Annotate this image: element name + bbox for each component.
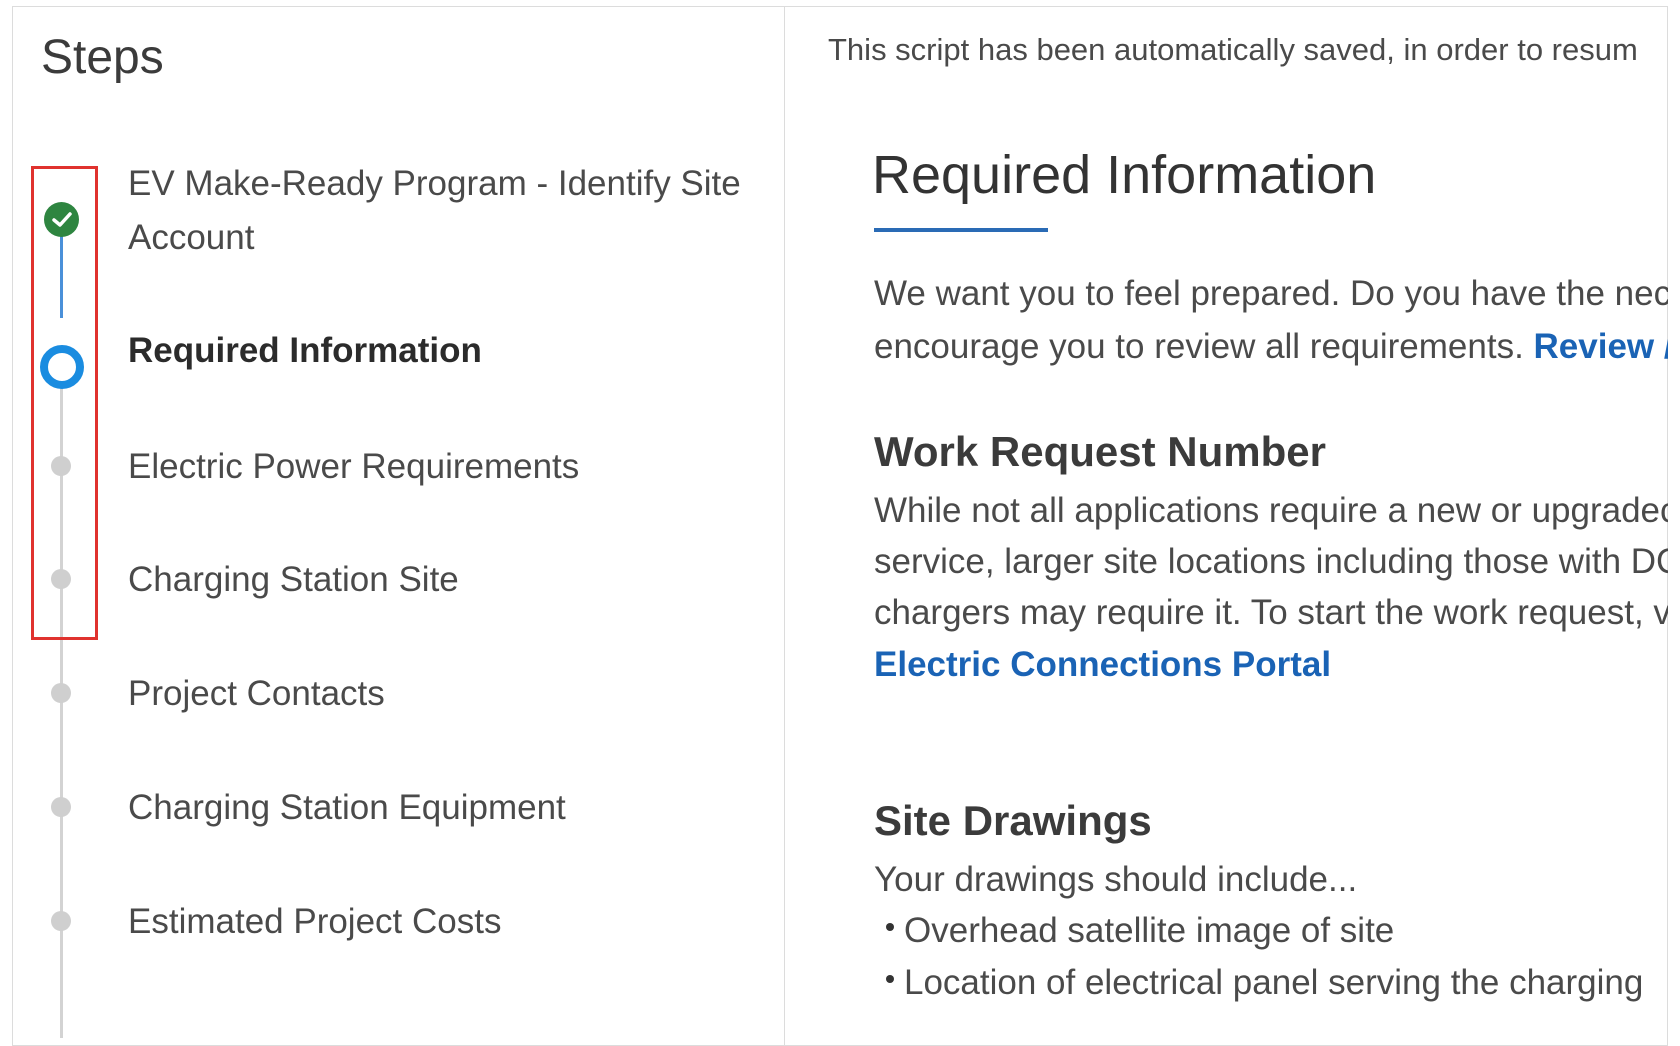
work-request-text: service, larger site locations including…	[874, 542, 1668, 581]
site-drawings-heading: Site Drawings	[874, 797, 1152, 844]
main-content: This script has been automatically saved…	[786, 6, 1668, 1035]
step-item-identify-site-account[interactable]: EV Make-Ready Program - Identify Site Ac…	[128, 157, 768, 265]
intro-line: We want you to feel prepared. Do you hav…	[874, 274, 1668, 313]
steps-title: Steps	[41, 31, 164, 84]
autosave-notice: This script has been automatically saved…	[828, 32, 1638, 67]
list-item: Location of electrical panel serving the…	[885, 956, 1643, 1010]
step-item-charging-station-site[interactable]: Charging Station Site	[128, 553, 768, 607]
intro-line: encourage you to review all requirements…	[874, 320, 1668, 374]
work-request-text: While not all applications require a new…	[874, 491, 1668, 530]
review-link[interactable]: Review /	[1534, 327, 1668, 366]
annotation-highlight-box	[31, 166, 98, 640]
step-item-charging-station-equipment[interactable]: Charging Station Equipment	[128, 781, 768, 835]
list-item: Overhead satellite image of site	[885, 904, 1394, 958]
step-item-project-contacts[interactable]: Project Contacts	[128, 667, 768, 721]
step-label-line: Account	[128, 218, 255, 257]
step-indicator-dot	[51, 797, 71, 817]
step-item-estimated-project-costs[interactable]: Estimated Project Costs	[128, 895, 768, 949]
step-item-electric-power-requirements[interactable]: Electric Power Requirements	[128, 440, 768, 494]
title-underline	[874, 228, 1048, 232]
step-item-required-information[interactable]: Required Information	[128, 324, 768, 378]
step-indicator-dot	[51, 683, 71, 703]
work-request-text: chargers may require it. To start the wo…	[874, 593, 1668, 632]
intro-text: encourage you to review all requirements…	[874, 327, 1534, 366]
step-label-line: EV Make-Ready Program - Identify Site	[128, 164, 741, 203]
electric-connections-portal-link-line: Electric Connections Portal	[874, 638, 1331, 692]
site-drawings-intro: Your drawings should include...	[874, 860, 1358, 899]
work-request-heading: Work Request Number	[874, 428, 1326, 475]
electric-connections-portal-link[interactable]: Electric Connections Portal	[874, 645, 1331, 684]
page-title: Required Information	[872, 145, 1377, 205]
step-indicator-dot	[51, 911, 71, 931]
